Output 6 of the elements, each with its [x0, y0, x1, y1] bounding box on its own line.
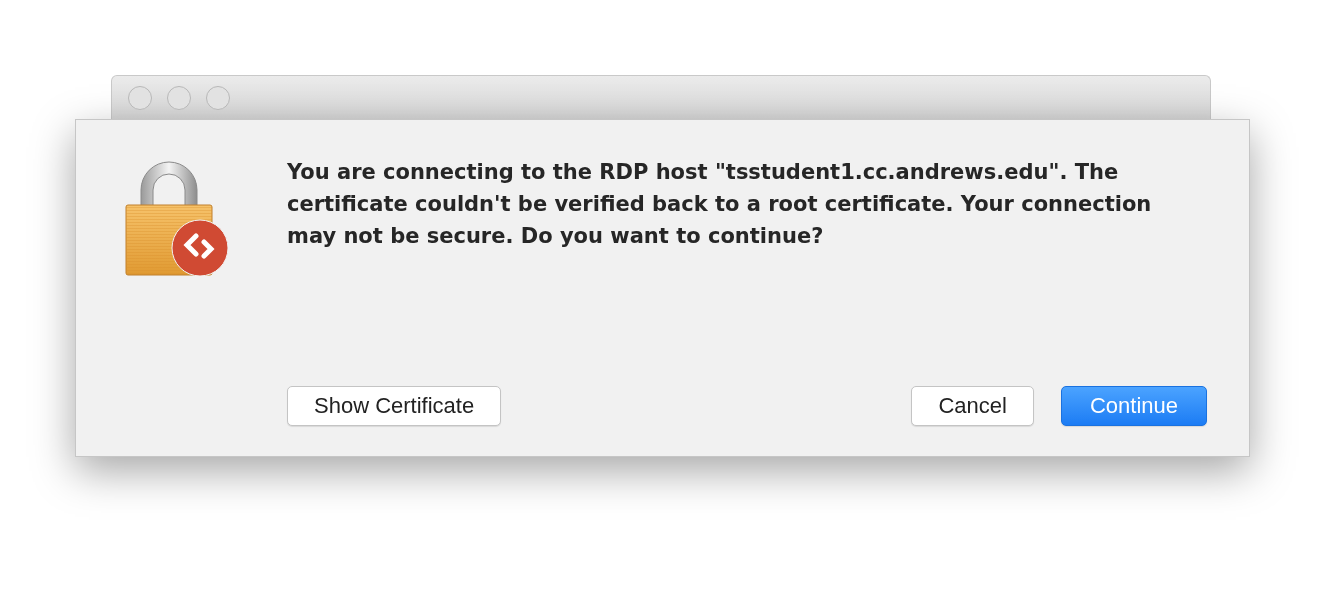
- dialog-button[interactable]: Show Certificate: [287, 386, 502, 426]
- dialog-button[interactable]: Cancel: [911, 386, 1034, 426]
- zoom-button[interactable]: [206, 85, 230, 110]
- alert-message: You are connecting to the RDP host "tsstudent1.cc.andrews.edu". The certificate couldn't be verified back to a root certificate. Your connection may not be secure. Do you want to continue?: [287, 159, 1153, 250]
- minimize-button[interactable]: [167, 85, 191, 110]
- close-button[interactable]: [128, 85, 152, 110]
